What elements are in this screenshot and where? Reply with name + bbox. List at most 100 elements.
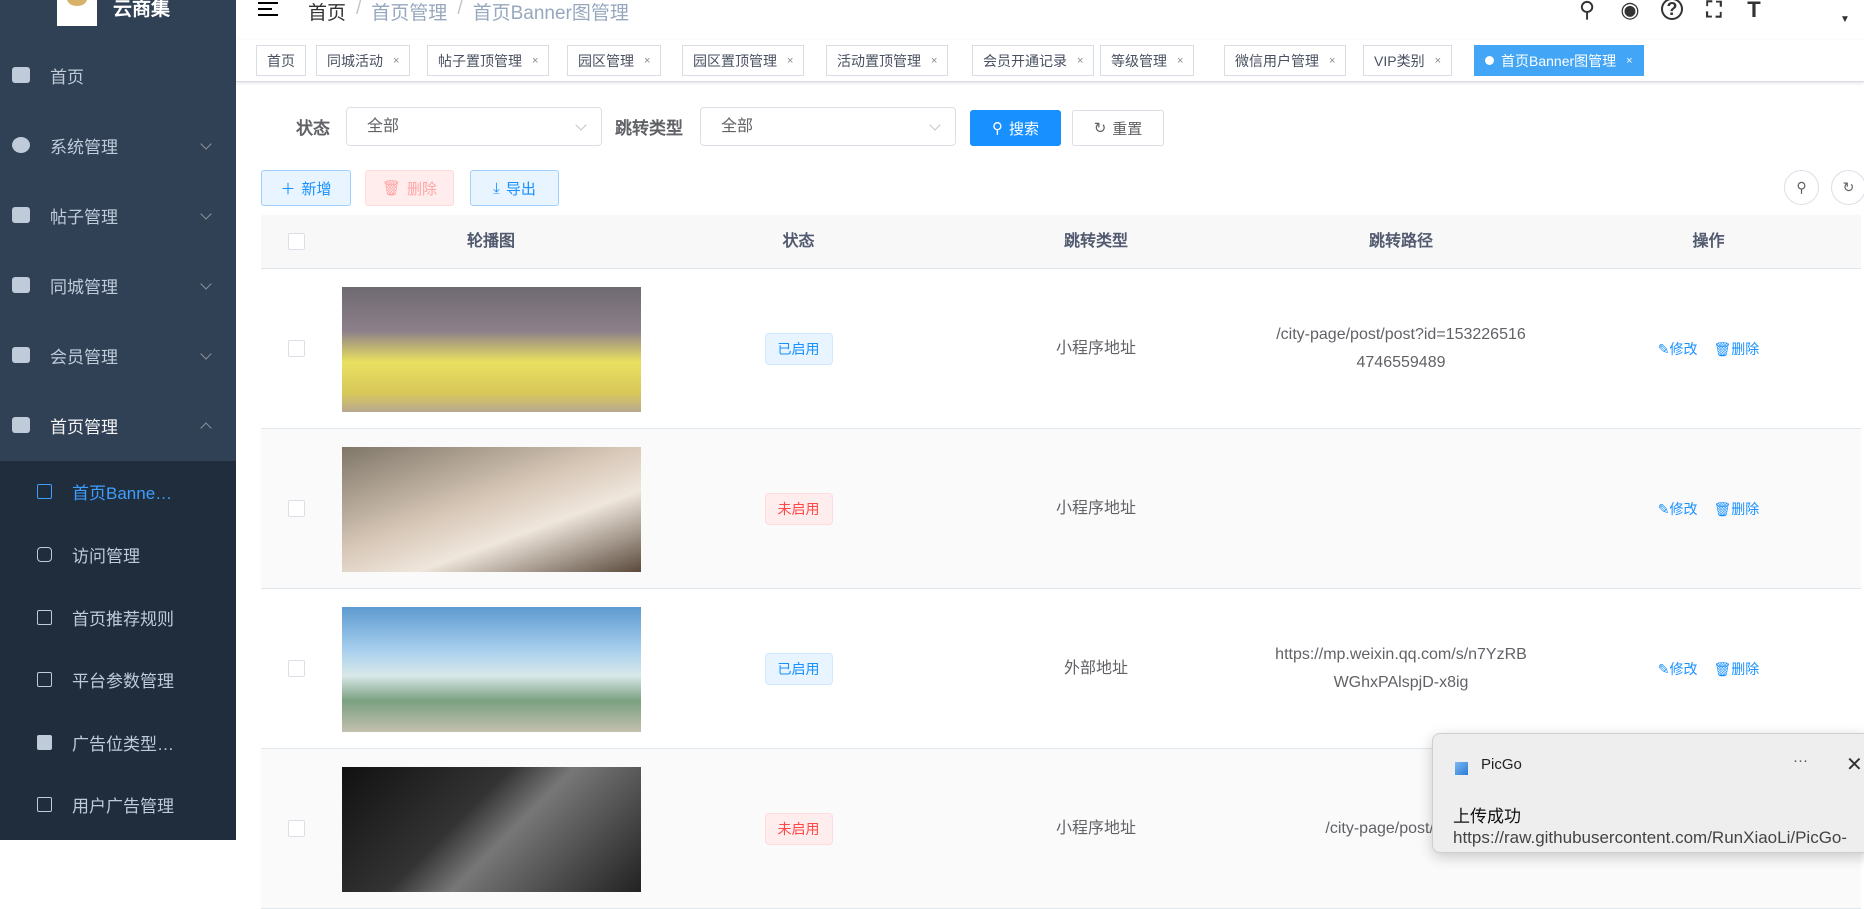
question-icon[interactable]: ? [1661,0,1683,20]
card-icon [37,609,52,625]
row-checkbox[interactable] [288,340,305,357]
sidebar-item-homepage[interactable]: 首页管理 [0,390,236,460]
close-icon[interactable]: × [393,55,399,67]
active-dot-icon [1485,56,1494,65]
breadcrumb-item[interactable]: 首页 [308,0,346,25]
button-label: 修改 [1669,341,1698,357]
breadcrumb-item: 首页Banner图管理 [472,3,629,24]
delete-button[interactable]: 🗑删除 [1713,655,1759,683]
close-icon[interactable]: × [931,55,937,67]
menu-label: 首页 [50,67,84,87]
banner-image[interactable] [341,766,641,892]
close-icon[interactable]: × [1626,55,1632,67]
breadcrumb-separator: / [457,0,463,19]
sidebar-item-home[interactable]: 首页 [0,40,236,110]
sidebar-item-city[interactable]: 同城管理 [0,250,236,320]
more-icon[interactable]: ··· [1793,752,1808,769]
close-icon[interactable]: × [644,55,650,67]
type-select[interactable]: 全部 [700,107,956,146]
close-icon[interactable]: ✕ [1846,752,1863,777]
refresh-icon: ↻ [1842,179,1855,195]
close-icon[interactable]: × [1077,55,1083,67]
sidebar: 云商集 首页 系统管理 帖子管理 同城管理 会员管理 首页管理 首页Banne…… [0,0,236,840]
download-icon: ⤓ [493,179,500,197]
close-icon[interactable]: × [1435,55,1441,67]
search-icon[interactable]: ⚲ [1575,0,1599,24]
close-icon[interactable]: × [532,55,538,67]
row-checkbox[interactable] [288,500,305,517]
row-checkbox[interactable] [288,660,305,677]
notification-title: 上传成功 [1453,807,1521,826]
hamburger-icon[interactable] [258,2,278,16]
button-label: 删除 [407,180,438,198]
breadcrumb-item[interactable]: 首页管理 [371,0,447,25]
menu-label: 访问管理 [72,546,140,566]
select-value: 全部 [367,118,400,135]
close-icon[interactable]: × [1177,55,1183,67]
delete-button[interactable]: 🗑删除 [1713,335,1759,363]
status-select[interactable]: 全部 [346,107,602,146]
navbar: 首页 / 首页管理 / 首页Banner图管理 ⚲ ◉ ? ⛶ T ▼ [236,0,1864,38]
tag-label: 同城活动 [327,52,383,69]
banner-image[interactable] [341,606,641,732]
tag-banner-active[interactable]: 首页Banner图管理 × [1474,45,1644,76]
tag-label: 首页Banner图管理 [1501,52,1617,69]
menu-label: 首页推荐规则 [72,609,174,629]
tag-label: 园区管理 [578,52,634,69]
notification-url[interactable]: https://raw.githubusercontent.com/RunXia… [1453,828,1847,848]
edit-icon [37,483,52,499]
tag-vip[interactable]: VIP类别 × [1363,45,1453,76]
tag-city-activity[interactable]: 同城活动 × [316,45,411,76]
tag-wechat-users[interactable]: 微信用户管理 × [1224,45,1347,76]
tag-levels[interactable]: 等级管理 × [1100,45,1195,76]
column-header: 操作 [1692,233,1725,250]
sidebar-subitem-banner[interactable]: 首页Banne… [0,460,236,522]
toggle-search-button[interactable]: ⚲ [1784,170,1819,205]
edit-icon: ✎ [1657,661,1670,677]
fullscreen-icon[interactable]: ⛶ [1702,0,1726,24]
table-header: 轮播图 状态 跳转类型 跳转路径 操作 [261,215,1861,269]
sidebar-subitem-recommend[interactable]: 首页推荐规则 [0,586,236,648]
select-all-checkbox[interactable] [288,233,305,250]
tag-post-top[interactable]: 帖子置顶管理 × [427,45,550,76]
button-label: 删除 [1731,501,1760,517]
close-icon[interactable]: × [1329,55,1335,67]
close-icon[interactable]: × [787,55,793,67]
table-icon [37,796,52,812]
sidebar-item-system[interactable]: 系统管理 [0,110,236,180]
tag-park[interactable]: 园区管理 × [567,45,662,76]
sidebar-item-posts[interactable]: 帖子管理 [0,180,236,250]
sidebar-subitem-params[interactable]: 平台参数管理 [0,648,236,710]
trash-icon: 🗑 [1713,501,1732,517]
tag-home[interactable]: 首页 [256,45,306,76]
font-size-icon[interactable]: T [1742,0,1766,24]
table-row: 已启用 外部地址 https://mp.weixin.qq.com/s/n7Yz… [261,589,1861,749]
button-label: 重置 [1112,120,1143,138]
batch-delete-button[interactable]: 🗑 删除 [365,170,454,206]
row-checkbox[interactable] [288,820,305,837]
delete-button[interactable]: 🗑删除 [1713,495,1759,523]
banner-image[interactable] [341,286,641,412]
tag-member-records[interactable]: 会员开通记录 × [972,45,1095,76]
sidebar-subitem-user-ads[interactable]: 用户广告管理 [0,773,236,835]
edit-button[interactable]: ✎修改 [1658,335,1698,363]
avatar[interactable] [1786,0,1834,34]
add-button[interactable]: ＋ 新增 [261,170,351,206]
edit-button[interactable]: ✎修改 [1658,495,1698,523]
export-button[interactable]: ⤓ 导出 [470,170,559,206]
tag-park-top[interactable]: 园区置顶管理 × [682,45,805,76]
reset-button[interactable]: ↻ 重置 [1072,110,1164,146]
tag-label: 帖子置顶管理 [438,52,522,69]
github-icon[interactable]: ◉ [1618,0,1642,24]
sidebar-item-members[interactable]: 会员管理 [0,320,236,390]
menu-label: 用户广告管理 [72,796,174,816]
edit-button[interactable]: ✎修改 [1658,655,1698,683]
refresh-button[interactable]: ↻ [1831,170,1864,205]
search-button[interactable]: ⚲ 搜索 [970,110,1061,146]
banner-image[interactable] [341,446,641,572]
tag-activity-top[interactable]: 活动置顶管理 × [826,45,949,76]
caret-down-icon[interactable]: ▼ [1840,14,1850,25]
sidebar-subitem-access[interactable]: 访问管理 [0,523,236,585]
sidebar-subitem-ad-types[interactable]: 广告位类型… [0,711,236,773]
menu-label: 平台参数管理 [72,671,174,691]
